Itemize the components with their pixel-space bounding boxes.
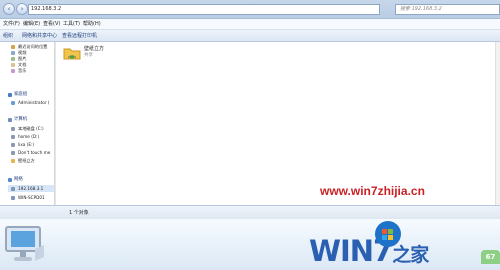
- drive-e-icon: [11, 143, 15, 147]
- search-placeholder: 搜索 192.168.3.2: [400, 6, 442, 12]
- computer-network-icon: [11, 187, 15, 191]
- address-text: 192.168.3.2: [31, 6, 62, 12]
- sidebar-item-shared[interactable]: 壁纸立方: [18, 158, 35, 164]
- sidebar-item-192-168-3-1[interactable]: 192.168.3.1: [18, 186, 43, 192]
- menu-edit[interactable]: 编辑(E): [23, 21, 40, 28]
- shared-folder-icon: [11, 159, 15, 163]
- sidebar-section-computer[interactable]: 计算机: [14, 117, 27, 123]
- sidebar-item-win-scpd01[interactable]: WIN-SCPD01: [18, 195, 45, 201]
- pictures-icon: [11, 57, 15, 61]
- sidebar-section-network[interactable]: 网络: [14, 177, 23, 183]
- sidebar-section-homegroup[interactable]: 家庭组: [14, 92, 27, 98]
- folder-type: 共享: [84, 53, 93, 58]
- remote-printer-button[interactable]: 查看远程打印机: [62, 32, 97, 40]
- menu-view[interactable]: 查看(V): [43, 21, 60, 28]
- sidebar-item-drive-c[interactable]: 本地磁盘 (C:): [18, 126, 44, 132]
- content-pane: [56, 42, 500, 205]
- sidebar-item-music[interactable]: 音乐: [18, 68, 26, 74]
- drive-dont-touch-icon: [11, 151, 15, 155]
- menu-tools[interactable]: 工具(T): [63, 21, 80, 28]
- windows-logo-icon: [375, 221, 401, 247]
- network-icon: [8, 178, 12, 182]
- computer-icon: [8, 118, 12, 122]
- sidebar-item-drive-e[interactable]: lixa (E:): [18, 142, 34, 148]
- item-count: 1 个对象: [69, 210, 89, 216]
- brand-logo: WIN7之家: [309, 234, 429, 268]
- organize-button[interactable]: 组织: [3, 32, 13, 40]
- menu-file[interactable]: 文件(F): [3, 21, 20, 28]
- forward-button[interactable]: ›: [16, 3, 28, 15]
- folder-name: 壁纸立方: [84, 46, 105, 52]
- music-icon: [11, 69, 15, 73]
- documents-icon: [11, 63, 15, 67]
- drive-c-icon: [11, 127, 15, 131]
- menu-help[interactable]: 帮助(H): [83, 21, 101, 28]
- homegroup-icon: [8, 93, 12, 97]
- user-icon: [11, 101, 15, 105]
- badge-67: 67: [481, 250, 500, 264]
- drive-d-icon: [11, 135, 15, 139]
- vertical-scrollbar[interactable]: [495, 42, 500, 205]
- folder-icon: [63, 48, 81, 60]
- network-center-button[interactable]: 网络和共享中心: [22, 32, 57, 40]
- recent-places-icon: [11, 45, 15, 49]
- sidebar-item-homegroup-user[interactable]: Administrator (: [18, 100, 50, 106]
- back-button[interactable]: ‹: [3, 3, 15, 15]
- video-icon: [11, 51, 15, 55]
- computer-monitor-icon: [5, 226, 44, 261]
- watermark-url: www.win7zhijia.cn: [320, 184, 425, 198]
- sidebar-item-dont-touch[interactable]: Don't touch me: [18, 150, 50, 156]
- sidebar-item-drive-d[interactable]: home (D:): [18, 134, 39, 140]
- computer-network-icon-2: [11, 196, 15, 200]
- address-bar[interactable]: [28, 4, 380, 15]
